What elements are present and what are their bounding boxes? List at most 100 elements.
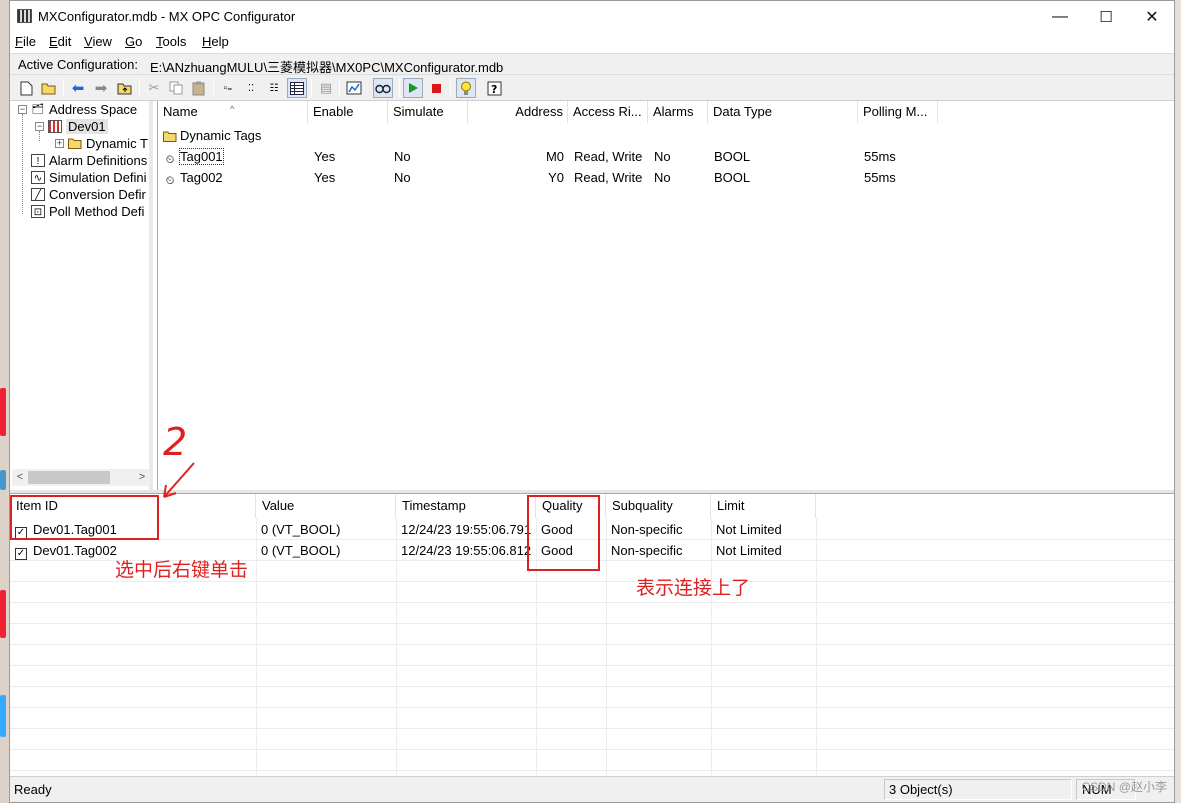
scrollbar-thumb[interactable] xyxy=(28,471,110,484)
tree-item-poll[interactable]: ⊡ Poll Method Defi xyxy=(31,203,144,220)
column-subquality[interactable]: Subquality xyxy=(606,494,711,518)
tag-alarms: No xyxy=(654,149,671,164)
folder-icon xyxy=(163,130,177,143)
paste-icon[interactable] xyxy=(189,78,209,98)
grid-line xyxy=(606,518,607,776)
copy-icon[interactable] xyxy=(166,78,186,98)
address-space-icon: 🗂 xyxy=(31,104,45,115)
column-enable[interactable]: Enable xyxy=(308,101,388,123)
title-bar: MXConfigurator.mdb - MX OPC Configurator… xyxy=(10,1,1174,32)
open-icon[interactable] xyxy=(39,78,59,98)
window-title: MXConfigurator.mdb - MX OPC Configurator xyxy=(38,9,296,24)
menu-help[interactable]: Help xyxy=(202,34,229,49)
column-timestamp[interactable]: Timestamp xyxy=(396,494,536,518)
list-icon[interactable]: ☷ xyxy=(264,78,284,98)
grid-line xyxy=(10,602,1174,603)
dual-view-icon[interactable] xyxy=(373,78,393,98)
tree-item-device[interactable]: Dev01 xyxy=(48,118,108,135)
properties-icon[interactable]: ▤ xyxy=(316,78,336,98)
run-icon[interactable] xyxy=(403,78,423,98)
toolbar-separator xyxy=(399,79,400,97)
column-polling[interactable]: Polling M... xyxy=(858,101,938,123)
status-object-count: 3 Object(s) xyxy=(889,782,953,797)
column-limit[interactable]: Limit xyxy=(711,494,816,518)
bulb-icon[interactable] xyxy=(456,78,476,98)
expand-toggle[interactable]: + xyxy=(55,139,64,148)
list-item-folder[interactable]: Dynamic Tags xyxy=(163,128,261,143)
item-subquality: Non-specific xyxy=(611,543,683,558)
up-folder-icon[interactable] xyxy=(115,78,135,98)
alarm-icon: ! xyxy=(31,154,45,167)
tag-list-view: Name ^ Enable Simulate Address Access Ri.… xyxy=(157,101,1174,490)
tag-access: Read, Write xyxy=(574,149,643,164)
stop-icon[interactable] xyxy=(426,78,446,98)
tree-item-address-space[interactable]: 🗂 Address Space xyxy=(31,101,138,118)
column-name[interactable]: Name ^ xyxy=(158,101,308,123)
tag-polling: 55ms xyxy=(864,149,896,164)
annotation-arrow-icon xyxy=(163,462,195,498)
grid-line xyxy=(816,518,817,776)
toolbar-separator xyxy=(63,79,64,97)
menu-view[interactable]: View xyxy=(84,34,112,49)
menu-tools[interactable]: Tools xyxy=(156,34,186,49)
item-value: 0 (VT_BOOL) xyxy=(261,522,341,537)
list-item-tag[interactable]: ⏲ Tag001 xyxy=(163,148,224,167)
column-label: Name xyxy=(163,104,198,119)
monitor-row-item[interactable]: ✓ Dev01.Tag002 xyxy=(15,543,117,560)
toolbar-separator xyxy=(450,79,451,97)
grid-line xyxy=(10,749,1174,750)
tree-label: Dynamic T xyxy=(86,136,148,151)
app-window: MXConfigurator.mdb - MX OPC Configurator… xyxy=(9,0,1175,803)
item-checkbox[interactable]: ✓ xyxy=(15,548,27,560)
column-data-type[interactable]: Data Type xyxy=(708,101,858,123)
monitor-icon[interactable] xyxy=(344,78,364,98)
menu-edit[interactable]: Edit xyxy=(49,34,71,49)
maximize-button[interactable]: ☐ xyxy=(1083,1,1129,32)
item-limit: Not Limited xyxy=(716,543,782,558)
column-label: Subquality xyxy=(612,498,673,513)
tree-horizontal-scrollbar[interactable]: < > xyxy=(12,469,150,486)
desktop-app-icon xyxy=(0,470,6,490)
cut-icon[interactable]: ✂ xyxy=(144,78,164,98)
tree-item-simulation[interactable]: ∿ Simulation Defini xyxy=(31,169,147,186)
column-address[interactable]: Address xyxy=(468,101,568,123)
details-icon[interactable] xyxy=(287,78,307,98)
help-icon[interactable]: ? xyxy=(484,78,504,98)
column-label: Limit xyxy=(717,498,745,513)
menu-go[interactable]: Go xyxy=(125,34,142,49)
collapse-toggle[interactable]: − xyxy=(18,105,27,114)
tree-label: Address Space xyxy=(49,102,138,117)
small-icons-icon[interactable]: ⁚⁚ xyxy=(241,78,261,98)
grid-line xyxy=(256,518,257,776)
grid-line xyxy=(10,770,1174,771)
column-simulate[interactable]: Simulate xyxy=(388,101,468,123)
item-timestamp: 12/24/23 19:55:06.791 xyxy=(401,522,532,537)
new-icon[interactable] xyxy=(16,78,36,98)
column-alarms[interactable]: Alarms xyxy=(648,101,708,123)
tag-data-type: BOOL xyxy=(714,149,751,164)
desktop-app-icon xyxy=(0,388,6,436)
collapse-toggle[interactable]: − xyxy=(35,122,44,131)
forward-icon[interactable]: ➡ xyxy=(91,78,111,98)
tree-item-dynamic-tags[interactable]: Dynamic T xyxy=(68,135,148,152)
desktop-app-icon xyxy=(0,695,6,737)
tree-connector xyxy=(39,131,40,141)
scroll-right-icon[interactable]: > xyxy=(134,469,150,486)
minimize-button[interactable]: — xyxy=(1037,1,1083,32)
status-ready: Ready xyxy=(14,782,52,797)
scroll-left-icon[interactable]: < xyxy=(12,469,28,486)
tree-item-alarm[interactable]: ! Alarm Definitions xyxy=(31,152,147,169)
column-label: Polling M... xyxy=(863,104,928,119)
close-button[interactable]: ✕ xyxy=(1129,1,1175,32)
grid-line xyxy=(10,686,1174,687)
column-value[interactable]: Value xyxy=(256,494,396,518)
tag-enable: Yes xyxy=(314,149,336,164)
list-item-tag[interactable]: ⏲ Tag002 xyxy=(163,170,223,188)
tag-icon: ⏲ xyxy=(165,175,175,187)
annotation-highlight-quality xyxy=(527,495,600,571)
back-icon[interactable]: ⬅ xyxy=(68,78,88,98)
column-access-rights[interactable]: Access Ri... xyxy=(568,101,648,123)
large-icons-icon[interactable]: ▫₌ xyxy=(218,78,238,98)
menu-file[interactable]: File xyxy=(15,34,36,49)
tree-item-conversion[interactable]: ╱ Conversion Defir xyxy=(31,186,146,203)
